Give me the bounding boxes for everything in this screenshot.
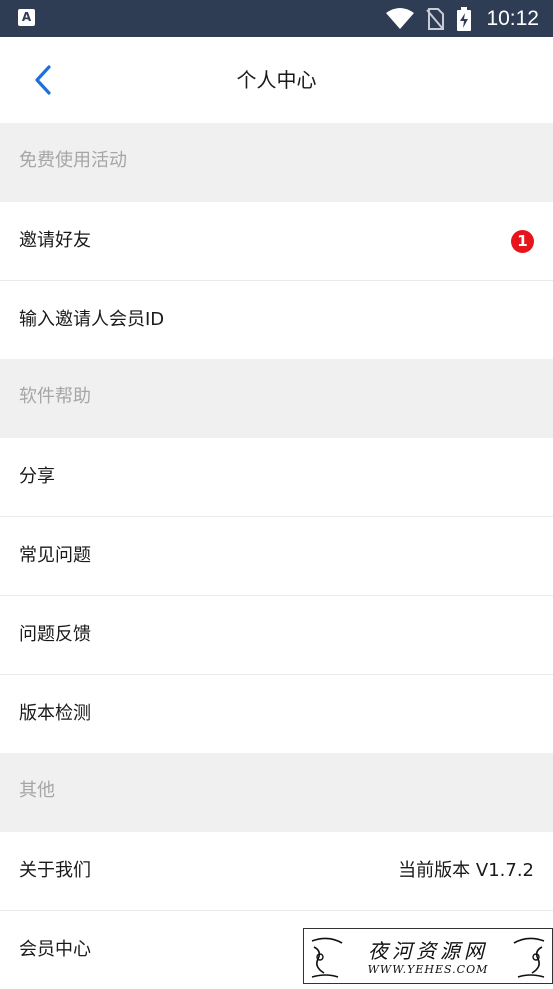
section-header-other: 其他 [0,753,553,832]
list-item-share[interactable]: 分享 [0,438,553,517]
list-item-label: 版本检测 [19,703,91,724]
wifi-icon [386,7,415,30]
app-icon-letter: A [21,10,32,24]
list-item-label: 问题反馈 [19,624,91,645]
system-icons: 10:12 [386,0,539,37]
no-sim-icon [426,7,445,30]
status-bar: A 10:12 [0,0,553,37]
list-item-invite-friends[interactable]: 邀请好友 1 [0,202,553,281]
list-item-label: 邀请好友 [19,230,91,251]
section-header-free-activity: 免费使用活动 [0,123,553,202]
clock: 10:12 [486,6,539,30]
page-header: 个人中心 [0,37,553,123]
list-item-label: 关于我们 [19,860,91,881]
battery-charging-icon [456,6,472,31]
list-item-label: 分享 [19,466,55,487]
list-item-enter-inviter-id[interactable]: 输入邀请人会员ID [0,281,553,359]
list-item-version-check[interactable]: 版本检测 [0,675,553,753]
page-title: 个人中心 [236,68,317,92]
notification-badge: 1 [511,230,534,253]
current-version-text: 当前版本 V1.7.2 [398,860,534,881]
flourish-right-icon [513,937,545,978]
list-item-about-us[interactable]: 关于我们 当前版本 V1.7.2 [0,832,553,911]
app-notification-icon: A [18,9,35,26]
list-item-label: 输入邀请人会员ID [19,309,165,330]
list-item-faq[interactable]: 常见问题 [0,517,553,596]
watermark: 夜河资源网 WWW.YEHES.COM [303,928,553,984]
settings-list: 免费使用活动 邀请好友 1 输入邀请人会员ID 软件帮助 分享 常见问题 问题反… [0,123,553,989]
section-header-software-help: 软件帮助 [0,359,553,438]
list-item-label: 常见问题 [19,545,91,566]
list-item-feedback[interactable]: 问题反馈 [0,596,553,675]
list-item-label: 会员中心 [19,939,91,960]
